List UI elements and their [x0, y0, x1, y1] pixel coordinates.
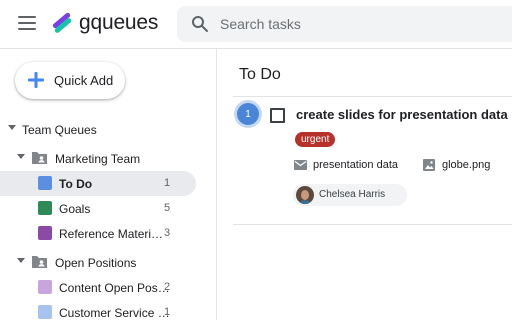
task-count: 1	[164, 306, 171, 318]
queue-color-swatch	[38, 176, 52, 190]
group-open-positions[interactable]: Open Positions	[0, 250, 196, 275]
sidebar-item-label: Goals	[59, 202, 91, 216]
sidebar-item-label: Customer Service …	[59, 306, 170, 320]
task-count: 3	[164, 227, 171, 239]
queue-color-swatch	[38, 280, 52, 294]
page-title: To Do	[239, 66, 281, 83]
menu-icon[interactable]	[18, 16, 36, 30]
team-queues-section[interactable]: Team Queues	[0, 117, 196, 142]
top-bar: gqueues Search tasks	[0, 0, 512, 49]
app-name: gqueues	[79, 11, 159, 34]
task-title[interactable]: create slides for presentation data	[296, 107, 508, 122]
attachment-email[interactable]: presentation data	[313, 159, 398, 171]
shared-folder-icon	[32, 152, 47, 164]
assignee-name: Chelsea Harris	[319, 189, 386, 200]
task-count: 2	[164, 281, 171, 293]
caret-down-icon[interactable]	[8, 125, 16, 130]
task-count: 1	[164, 177, 171, 189]
mail-icon	[294, 160, 307, 170]
sidebar-item-goals[interactable]: Goals 5	[0, 196, 196, 221]
group-marketing-team[interactable]: Marketing Team	[0, 146, 196, 171]
caret-down-icon[interactable]	[17, 258, 25, 263]
attachment-image[interactable]: globe.png	[442, 159, 490, 171]
task-number-badge: 1	[237, 103, 259, 125]
sidebar-item-label: Reference Materi…	[59, 227, 164, 241]
image-icon	[423, 159, 435, 171]
sidebar-item-label: Content Open Pos…	[59, 281, 170, 295]
quick-add-button[interactable]: Quick Add	[15, 62, 125, 99]
caret-down-icon[interactable]	[17, 154, 25, 159]
quick-add-label: Quick Add	[54, 73, 114, 88]
app-logo[interactable]: gqueues	[50, 11, 158, 35]
main-panel: To Do 1 create slides for presentation d…	[216, 49, 512, 320]
plus-icon	[28, 72, 44, 88]
queue-color-swatch	[38, 226, 52, 240]
sidebar-item-customer-service[interactable]: Customer Service … 1	[0, 300, 196, 325]
queue-color-swatch	[38, 305, 52, 319]
sidebar-item-label: To Do	[59, 177, 93, 191]
sidebar-item-content-open-positions[interactable]: Content Open Pos… 2	[0, 275, 196, 300]
assignee-chip[interactable]: Chelsea Harris	[293, 184, 407, 206]
sidebar-item-to-do[interactable]: To Do 1	[0, 171, 196, 196]
group-label: Open Positions	[55, 256, 137, 270]
section-label: Team Queues	[22, 123, 97, 137]
sidebar-item-reference-materials[interactable]: Reference Materi… 3	[0, 221, 196, 246]
sidebar: Quick Add Team Queues Marketing Team To …	[0, 49, 216, 320]
group-label: Marketing Team	[55, 152, 141, 166]
shared-folder-icon	[32, 256, 47, 268]
task-item[interactable]: 1 create slides for presentation data ur…	[233, 96, 512, 225]
search-icon[interactable]	[191, 15, 209, 33]
task-count: 5	[164, 202, 171, 214]
queue-color-swatch	[38, 201, 52, 215]
search-input[interactable]: Search tasks	[220, 16, 301, 32]
tag-urgent[interactable]: urgent	[295, 132, 336, 147]
search-bar[interactable]: Search tasks	[177, 6, 512, 42]
task-checkbox[interactable]	[270, 108, 285, 123]
gqueues-logo-icon	[52, 12, 72, 33]
avatar	[296, 186, 314, 204]
